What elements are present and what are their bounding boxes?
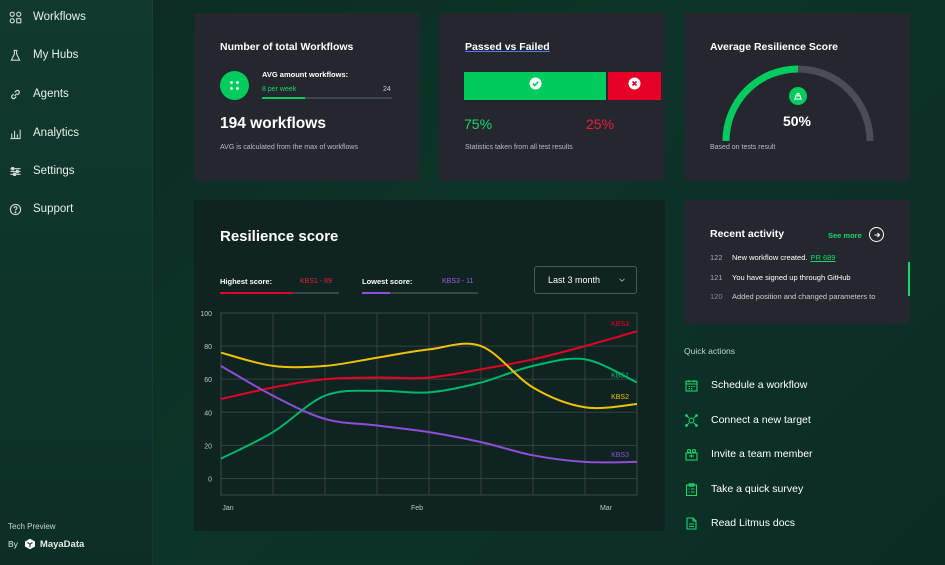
activity-item: 121 You have signed up through GitHub <box>710 273 851 282</box>
total-workflows-card: Number of total Workflows AVG amount wor… <box>194 13 420 181</box>
quick-action-label: Connect a new target <box>711 414 811 426</box>
total-workflows-value: 194 workflows <box>220 115 326 132</box>
sidebar-item-label: Support <box>33 203 74 215</box>
quick-actions-title: Quick actions <box>684 346 736 356</box>
brand-row: By MayaData <box>8 538 84 550</box>
resilience-line-chart: 0 20 40 60 80 100 Jan Feb Mar KBS3 KBS1 KBS2 KBS3 <box>200 311 638 512</box>
card-title: Recent activity <box>710 228 785 240</box>
flask-icon <box>8 48 22 62</box>
sliders-icon <box>8 164 22 178</box>
sidebar-item-settings[interactable]: Settings <box>8 161 75 181</box>
activity-number: 122 <box>710 253 723 262</box>
quick-action-label: Take a quick survey <box>711 483 804 495</box>
quick-action-read-docs[interactable]: Read Litmus docs <box>684 515 795 531</box>
y-tick-label: 80 <box>204 344 212 351</box>
workflows-icon <box>8 10 22 24</box>
passed-bar <box>464 72 606 100</box>
quick-action-label: Invite a team member <box>711 448 813 460</box>
team-icon <box>684 447 698 461</box>
check-icon <box>529 77 542 95</box>
sidebar-item-label: Agents <box>33 88 69 100</box>
card-note: AVG is calculated from the max of workfl… <box>220 144 358 151</box>
activity-item: 122 New workflow created. PR 689 <box>710 253 835 262</box>
activity-text: Added position and changed parameters to <box>732 292 876 301</box>
arrow-right-circle-icon[interactable] <box>869 227 884 242</box>
y-tick-label: 100 <box>200 311 212 318</box>
sidebar-item-label: Settings <box>33 165 75 177</box>
activity-item: 120 Added position and changed parameter… <box>710 292 875 301</box>
resilience-icon <box>789 87 807 105</box>
x-tick-label: Mar <box>600 505 613 512</box>
card-title: Average Resilience Score <box>710 41 839 53</box>
sidebar-item-workflows[interactable]: Workflows <box>8 7 86 27</box>
series-end-label: KBS1 <box>611 372 629 379</box>
tech-preview-label: Tech Preview <box>8 522 56 531</box>
avg-progress-bar <box>262 97 392 99</box>
sidebar-item-label: My Hubs <box>33 49 79 61</box>
bar-chart-icon <box>8 126 22 140</box>
mayadata-logo-icon <box>24 538 35 550</box>
quick-action-label: Schedule a workflow <box>711 379 808 391</box>
card-note: Statistics taken from all test results <box>465 144 573 151</box>
sidebar: Workflows My Hubs Agents Analytics Setti… <box>0 0 153 565</box>
failed-percent: 25% <box>586 116 615 132</box>
resilience-score-chart-card: Resilience score Highest score: KBS1 - 8… <box>194 200 665 531</box>
survey-icon <box>684 482 698 496</box>
series-end-label: KBS3 <box>611 452 629 459</box>
max-count-value: 24 <box>383 86 391 93</box>
activity-text: New workflow created. <box>732 253 808 262</box>
average-resilience-card: Average Resilience Score 50% Based on te… <box>684 13 910 181</box>
sidebar-item-label: Workflows <box>33 11 86 23</box>
quick-action-survey[interactable]: Take a quick survey <box>684 481 803 497</box>
recent-activity-card: Recent activity See more 122 New workflo… <box>684 200 910 324</box>
quick-action-connect-target[interactable]: Connect a new target <box>684 412 811 428</box>
sidebar-item-analytics[interactable]: Analytics <box>8 123 79 143</box>
docs-icon <box>684 516 698 530</box>
sidebar-item-label: Analytics <box>33 127 80 139</box>
sidebar-item-agents[interactable]: Agents <box>8 84 69 104</box>
y-tick-label: 60 <box>204 377 212 384</box>
quick-action-schedule-workflow[interactable]: Schedule a workflow <box>684 377 807 393</box>
x-tick-label: Jan <box>222 505 233 512</box>
sidebar-item-my-hubs[interactable]: My Hubs <box>8 45 78 65</box>
passed-percent: 75% <box>464 116 493 132</box>
brand-name: MayaData <box>39 538 85 550</box>
card-note: Based on tests result <box>710 144 776 151</box>
link-icon <box>8 87 22 101</box>
activity-scrollbar[interactable] <box>908 262 910 296</box>
passed-failed-card: Passed vs Failed 75% 25% Statistics take… <box>439 13 665 181</box>
activity-link[interactable]: PR 689 <box>810 253 835 262</box>
help-circle-icon <box>8 202 22 216</box>
failed-bar <box>608 72 661 100</box>
card-title: Number of total Workflows <box>220 41 354 53</box>
avg-progress-fill <box>262 97 305 99</box>
calendar-icon <box>684 378 698 392</box>
activity-number: 121 <box>710 273 723 282</box>
series-end-label: KBS3 <box>611 321 629 328</box>
workflow-dots-icon <box>220 71 249 100</box>
per-week-value: 8 per week <box>262 86 297 93</box>
x-tick-label: Feb <box>411 505 423 512</box>
card-title-link[interactable]: Passed vs Failed <box>465 41 550 53</box>
activity-number: 120 <box>710 292 723 301</box>
quick-action-label: Read Litmus docs <box>711 517 796 529</box>
target-icon <box>684 413 698 427</box>
avg-workflows-label: AVG amount workflows: <box>262 70 349 79</box>
y-tick-label: 20 <box>204 443 212 450</box>
y-tick-label: 40 <box>204 410 212 417</box>
sidebar-item-support[interactable]: Support <box>8 199 73 219</box>
resilience-gauge <box>722 65 874 142</box>
y-tick-label: 0 <box>208 476 212 483</box>
quick-action-invite-member[interactable]: Invite a team member <box>684 446 813 462</box>
resilience-score-value: 50% <box>782 113 812 129</box>
see-more-link[interactable]: See more <box>828 231 862 240</box>
activity-text: You have signed up through GitHub <box>732 273 851 282</box>
series-end-label: KBS2 <box>611 394 629 401</box>
close-icon <box>628 77 641 95</box>
by-label: By <box>8 539 18 549</box>
